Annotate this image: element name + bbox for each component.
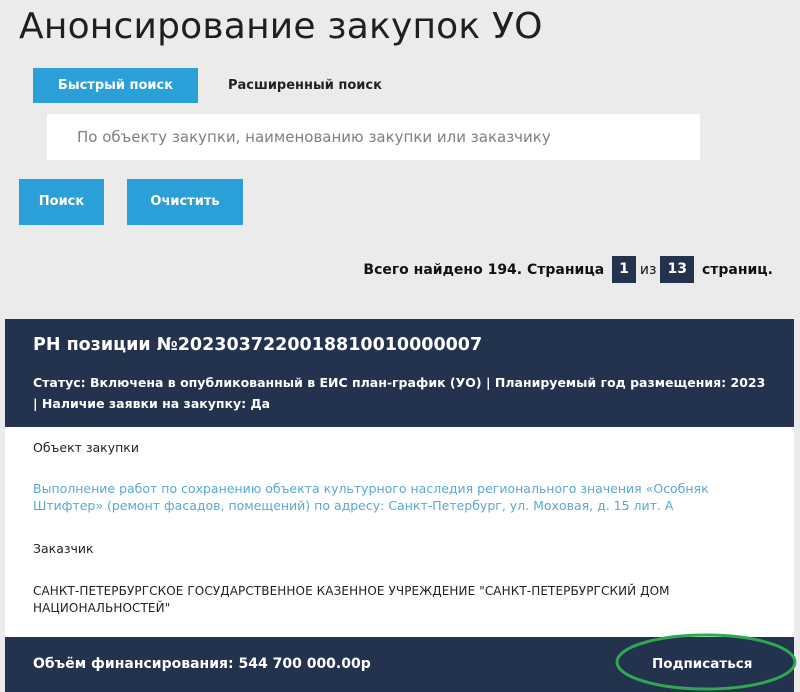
customer-label: Заказчик bbox=[33, 541, 94, 556]
search-input[interactable] bbox=[47, 114, 700, 160]
position-number[interactable]: РН позиции №2023037220018810010000007 bbox=[33, 335, 766, 355]
pages-suffix: страниц. bbox=[701, 261, 773, 278]
result-card: РН позиции №2023037220018810010000007 Ст… bbox=[5, 319, 794, 692]
object-link[interactable]: Выполнение работ по сохранению объекта к… bbox=[33, 480, 766, 514]
tab-quick-search[interactable]: Быстрый поиск bbox=[33, 68, 198, 103]
current-page-input[interactable]: 1 bbox=[612, 256, 636, 283]
of-label: из bbox=[639, 261, 657, 278]
object-label: Объект закупки bbox=[33, 440, 139, 455]
clear-button[interactable]: Очистить bbox=[127, 179, 243, 225]
page-title: Анонсирование закупок УО bbox=[19, 6, 543, 47]
customer-name: САНКТ-ПЕТЕРБУРГСКОЕ ГОСУДАРСТВЕННОЕ КАЗЕ… bbox=[33, 584, 670, 615]
result-card-footer: Объём финансирования: 544 700 000.00р По… bbox=[5, 637, 794, 692]
funding-amount: Объём финансирования: 544 700 000.00р bbox=[33, 656, 371, 672]
result-card-body: Объект закупки Выполнение работ по сохра… bbox=[5, 427, 794, 617]
subscribe-button[interactable]: Подписаться bbox=[652, 656, 752, 672]
total-pages: 13 bbox=[660, 256, 694, 283]
pagination-info: Всего найдено 194. Страница 1 из 13 стра… bbox=[363, 256, 773, 283]
position-status: Статус: Включена в опубликованный в ЕИС … bbox=[33, 375, 766, 411]
result-card-header: РН позиции №2023037220018810010000007 Ст… bbox=[5, 319, 794, 427]
search-button[interactable]: Поиск bbox=[19, 179, 104, 225]
tab-advanced-search[interactable]: Расширенный поиск bbox=[213, 68, 391, 103]
results-count-text: Всего найдено 194. Страница bbox=[363, 261, 605, 278]
